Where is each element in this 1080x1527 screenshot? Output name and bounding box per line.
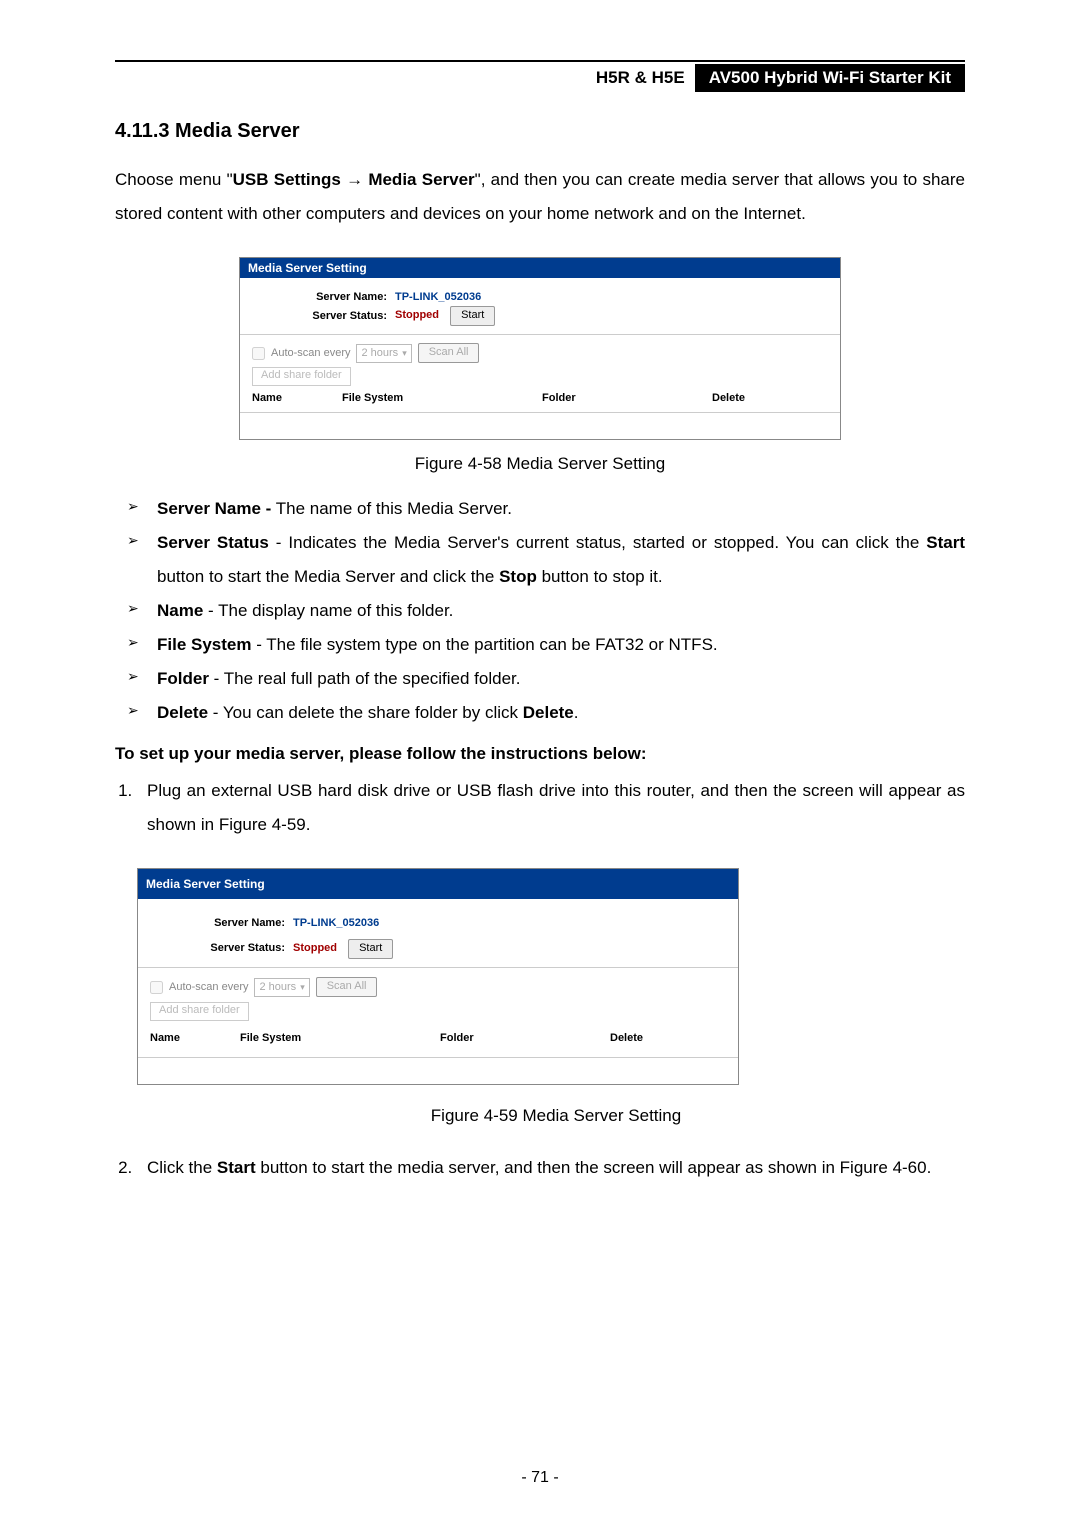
start-button[interactable]: Start [450, 306, 495, 326]
step-1: Plug an external USB hard disk drive or … [137, 774, 965, 1133]
server-name-label: Server Name: [150, 912, 293, 934]
steps-list: Plug an external USB hard disk drive or … [115, 774, 965, 1185]
col-name: Name [150, 1027, 240, 1049]
page-header: H5R & H5E AV500 Hybrid Wi-Fi Starter Kit [115, 64, 965, 92]
figure-caption-59: Figure 4-59 Media Server Setting [147, 1099, 965, 1133]
intro-paragraph: Choose menu "USB Settings → Media Server… [115, 163, 965, 231]
col-delete: Delete [610, 1027, 700, 1049]
instructions-heading: To set up your media server, please foll… [115, 744, 965, 764]
share-table-header: Name File System Folder Delete [252, 392, 828, 404]
col-filesystem: File System [240, 1027, 440, 1049]
server-status-value: Stopped [395, 309, 439, 321]
col-delete: Delete [712, 392, 802, 404]
header-product: AV500 Hybrid Wi-Fi Starter Kit [695, 64, 965, 92]
chevron-down-icon: ▾ [402, 346, 407, 361]
list-item: Name - The display name of this folder. [115, 594, 965, 628]
list-item: Server Status - Indicates the Media Serv… [115, 526, 965, 594]
figure-caption-58: Figure 4-58 Media Server Setting [115, 454, 965, 474]
server-name-value: TP-LINK_052036 [293, 912, 379, 934]
section-heading: 4.11.3 Media Server [115, 120, 965, 143]
server-status-label: Server Status: [150, 937, 293, 959]
col-name: Name [252, 392, 342, 404]
server-name-value: TP-LINK_052036 [395, 291, 481, 303]
autoscan-label: Auto-scan every [169, 976, 248, 998]
scan-all-button[interactable]: Scan All [316, 977, 378, 997]
add-share-folder-button[interactable]: Add share folder [150, 1002, 249, 1021]
feature-list: Server Name - The name of this Media Ser… [115, 492, 965, 730]
scan-all-button[interactable]: Scan All [418, 343, 480, 363]
col-folder: Folder [542, 392, 712, 404]
step-2: Click the Start button to start the medi… [137, 1151, 965, 1185]
add-share-folder-button[interactable]: Add share folder [252, 367, 351, 386]
page-number: - 71 - [0, 1469, 1080, 1487]
chevron-down-icon: ▾ [300, 980, 305, 995]
list-item: Folder - The real full path of the speci… [115, 662, 965, 696]
list-item: Server Name - The name of this Media Ser… [115, 492, 965, 526]
autoscan-label: Auto-scan every [271, 347, 350, 359]
list-item: Delete - You can delete the share folder… [115, 696, 965, 730]
col-filesystem: File System [342, 392, 542, 404]
server-status-label: Server Status: [252, 310, 395, 322]
col-folder: Folder [440, 1027, 610, 1049]
autoscan-interval-select[interactable]: 2 hours ▾ [356, 344, 411, 363]
share-table-header: Name File System Folder Delete [150, 1027, 726, 1049]
panel-title: Media Server Setting [240, 258, 840, 278]
autoscan-checkbox[interactable] [252, 347, 265, 360]
server-status-value: Stopped [293, 942, 337, 954]
media-server-panel-2: Media Server Setting Server Name: TP-LIN… [137, 868, 739, 1085]
media-server-panel-1: Media Server Setting Server Name: TP-LIN… [239, 257, 841, 440]
server-name-label: Server Name: [252, 291, 395, 303]
panel-title: Media Server Setting [138, 869, 738, 899]
autoscan-interval-select[interactable]: 2 hours ▾ [254, 978, 309, 997]
list-item: File System - The file system type on th… [115, 628, 965, 662]
autoscan-checkbox[interactable] [150, 981, 163, 994]
start-button[interactable]: Start [348, 939, 393, 959]
header-model: H5R & H5E [586, 64, 695, 92]
